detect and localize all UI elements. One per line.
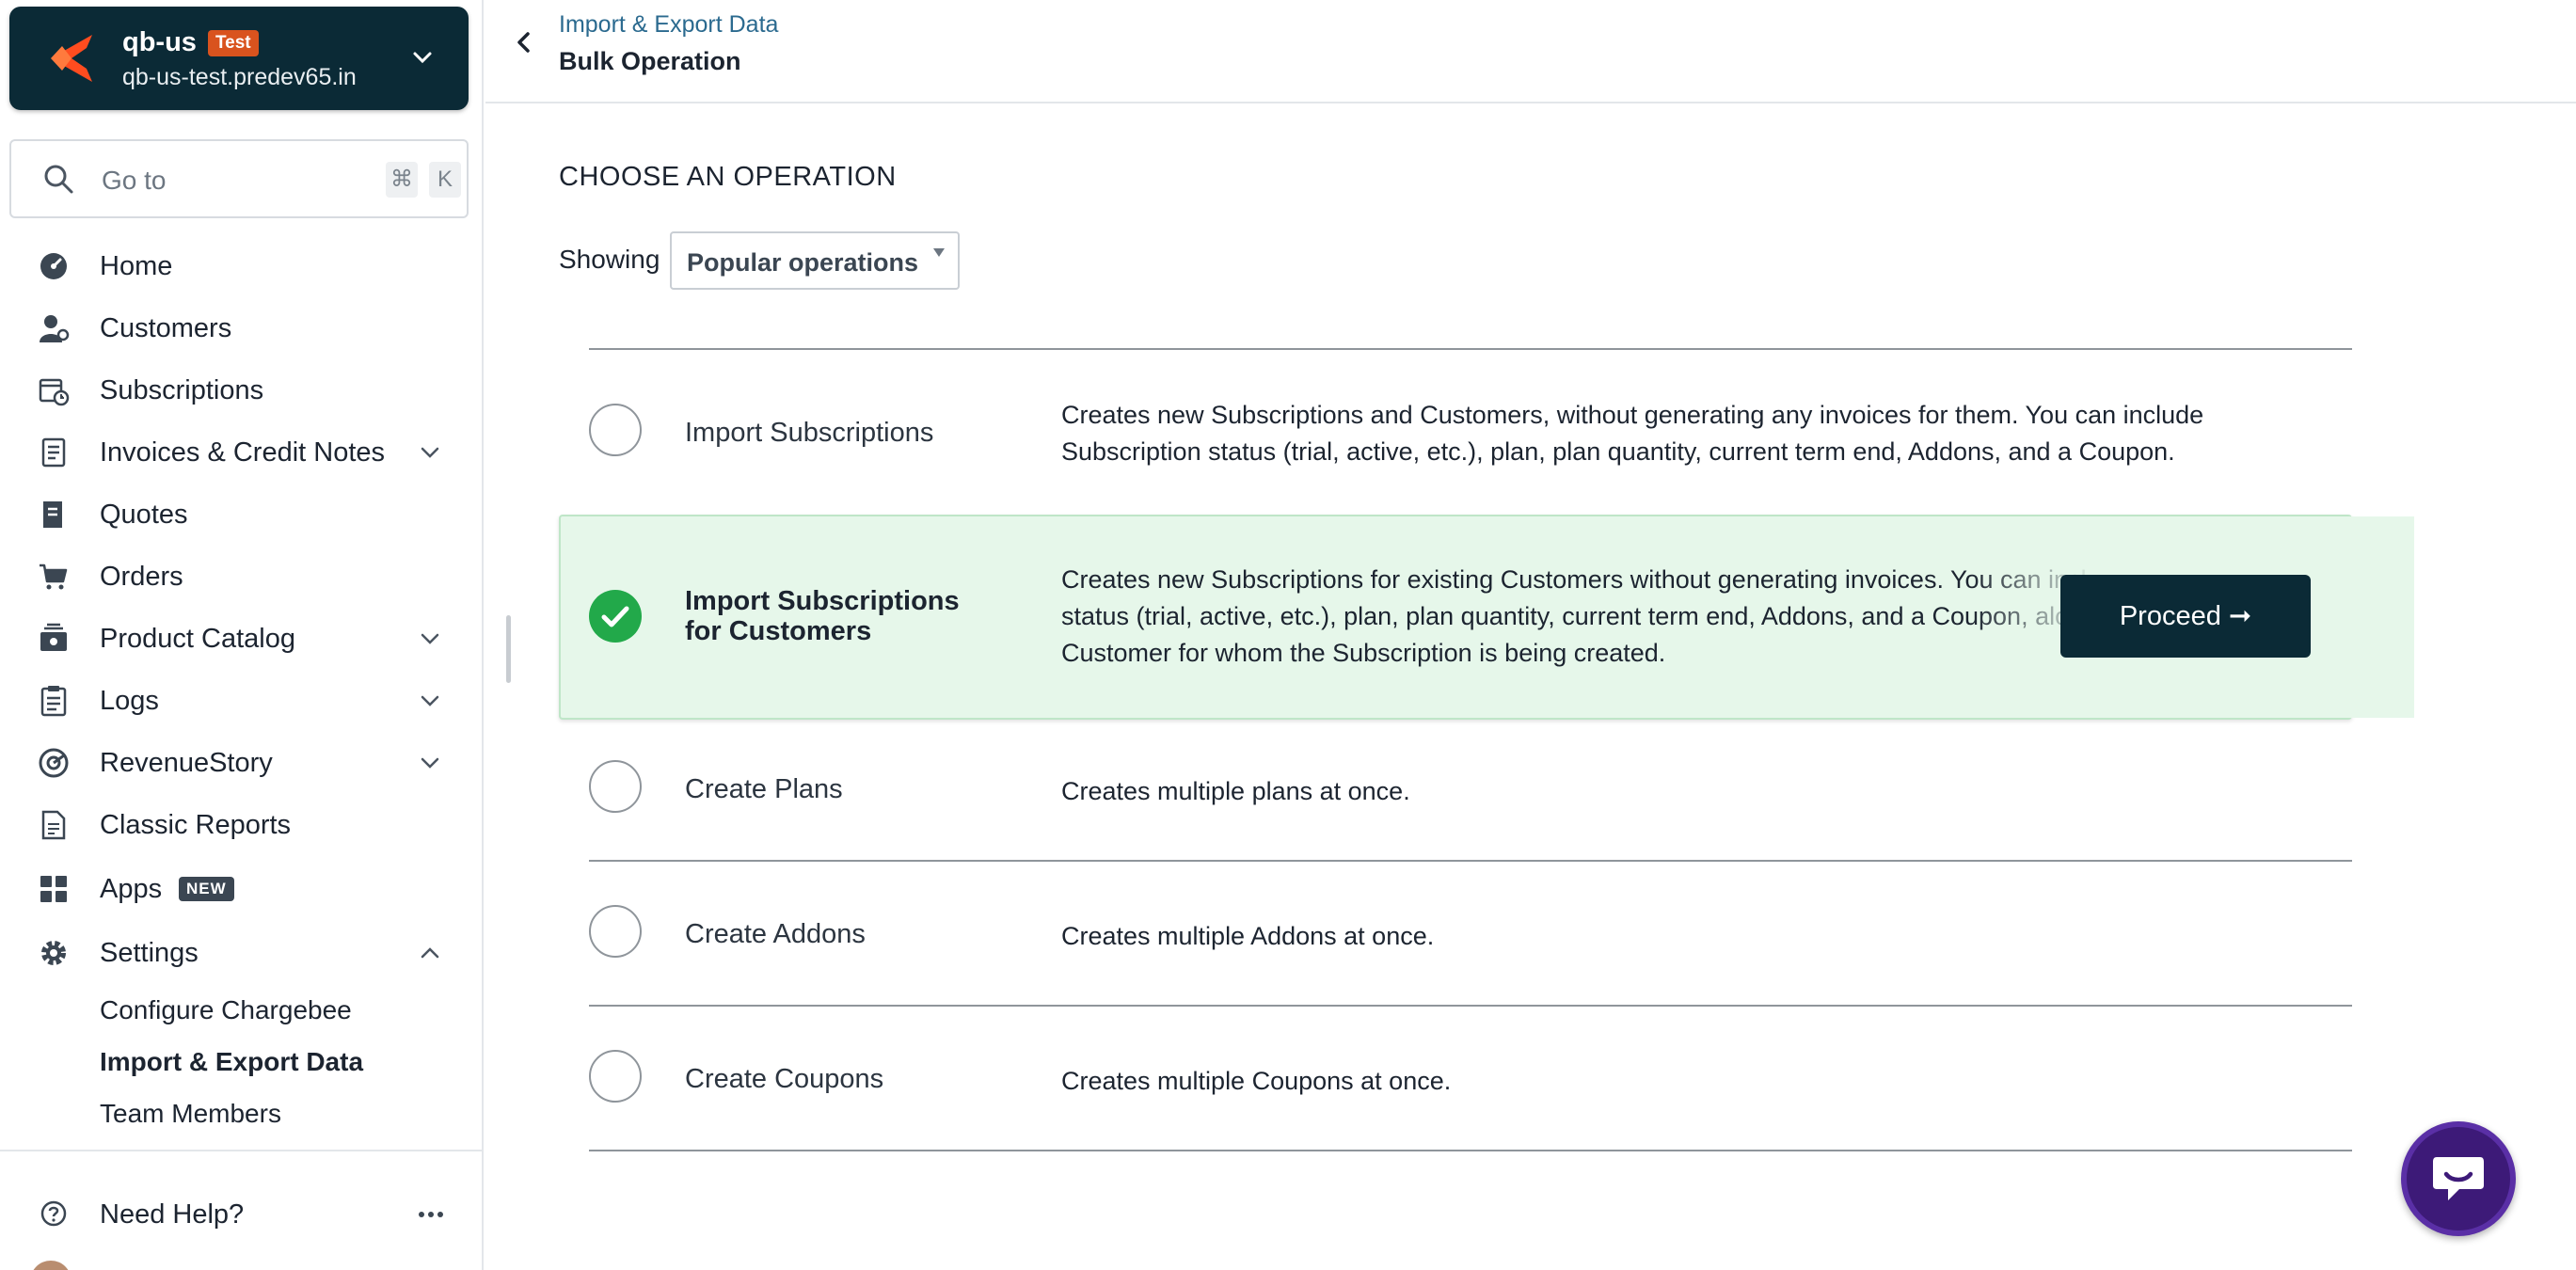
nav-item-customers[interactable]: Customers <box>0 299 484 357</box>
goto-placeholder: Go to <box>102 166 167 195</box>
section-title: CHOOSE AN OPERATION <box>559 162 897 192</box>
select-value: Popular operations <box>687 248 919 277</box>
chevron-down-icon[interactable] <box>420 694 440 707</box>
chevron-up-icon[interactable] <box>420 946 440 960</box>
site-info: qb-us Test qb-us-test.predev65.in <box>122 27 357 91</box>
chat-icon <box>2433 1157 2484 1200</box>
need-help-label: Need Help? <box>100 1199 245 1230</box>
nav-item-home[interactable]: Home <box>0 237 484 295</box>
reports-icon <box>41 810 66 840</box>
chevron-down-icon[interactable] <box>420 756 440 770</box>
nav-label-settings: Settings <box>100 937 199 968</box>
shortcut-cmd-key: ⌘ <box>386 162 418 198</box>
nav-item-revenuestory[interactable]: RevenueStory <box>0 734 484 792</box>
shortcut-k-key: K <box>429 162 461 198</box>
invoice-icon <box>41 437 66 468</box>
revenuestory-icon <box>39 748 69 778</box>
check-circle-icon[interactable] <box>589 590 642 643</box>
nav-label-subscriptions: Subscriptions <box>100 374 264 405</box>
new-badge: NEW <box>179 877 234 901</box>
nav-label-classic-reports: Classic Reports <box>100 809 292 840</box>
site-domain: qb-us-test.predev65.in <box>122 64 357 90</box>
divider <box>589 1150 2352 1151</box>
home-dashboard-icon <box>40 253 67 279</box>
nav-label-apps: Apps <box>100 873 163 904</box>
nav-label-logs: Logs <box>100 685 159 716</box>
divider <box>0 1150 484 1151</box>
sidebar: qb-us Test qb-us-test.predev65.in Go to … <box>0 0 484 1270</box>
nav-label-invoices: Invoices & Credit Notes <box>100 437 386 468</box>
need-help[interactable]: Need Help? <box>0 1185 484 1244</box>
radio-button[interactable] <box>589 905 642 958</box>
sidebar-resize-handle[interactable] <box>506 615 511 683</box>
user-avatar[interactable] <box>30 1261 72 1270</box>
caret-down-icon <box>933 248 945 257</box>
radio-button[interactable] <box>589 1050 642 1103</box>
operation-row[interactable]: Import Subscriptions Creates new Subscri… <box>589 350 2352 510</box>
operation-name: Create Plans <box>685 774 843 804</box>
search-icon <box>44 165 73 194</box>
page-header: Import & Export Data Bulk Operation <box>485 0 2576 103</box>
operation-name-line: for Customers <box>685 616 872 646</box>
operation-description: Creates multiple Coupons at once. <box>1061 1067 1452 1095</box>
subnav-team-members[interactable]: Team Members <box>100 1099 281 1129</box>
operation-name: Create Addons <box>685 919 866 949</box>
proceed-button[interactable]: Proceed ➞ <box>2060 575 2311 658</box>
operation-name-line: Import Subscriptions <box>685 586 960 616</box>
showing-label: Showing <box>559 245 660 274</box>
quotes-icon <box>43 501 62 528</box>
more-options-icon[interactable] <box>418 1211 444 1218</box>
chevron-down-icon[interactable] <box>412 50 433 65</box>
radio-button[interactable] <box>589 404 642 456</box>
chevron-down-icon[interactable] <box>420 632 440 645</box>
nav-item-product-catalog[interactable]: Product Catalog <box>0 610 484 668</box>
catalog-icon <box>40 623 67 651</box>
nav-label-product-catalog: Product Catalog <box>100 623 295 654</box>
nav-item-logs[interactable]: Logs <box>0 672 484 730</box>
page-title: Bulk Operation <box>559 47 741 75</box>
nav-label-quotes: Quotes <box>100 499 188 530</box>
cart-icon <box>40 564 68 590</box>
chargebee-logo-icon <box>51 35 92 82</box>
chevron-down-icon[interactable] <box>420 446 440 459</box>
operation-description: Creates multiple Addons at once. <box>1061 922 1435 950</box>
nav-label-home: Home <box>100 250 173 281</box>
nav-item-invoices[interactable]: Invoices & Credit Notes <box>0 423 484 482</box>
goto-search[interactable]: Go to ⌘ K <box>9 139 469 218</box>
operation-row-selected[interactable]: Import Subscriptions for Customers Creat… <box>559 515 2414 720</box>
nav-label-customers: Customers <box>100 312 232 343</box>
operation-name: Import Subscriptions for Customers <box>685 586 960 646</box>
operation-description: Creates new Subscriptions and Customers,… <box>1061 401 2204 466</box>
breadcrumb[interactable]: Import & Export Data <box>559 11 778 39</box>
nav-item-orders[interactable]: Orders <box>0 548 484 606</box>
chat-button[interactable] <box>2401 1121 2516 1236</box>
nav-item-settings[interactable]: Settings <box>0 924 484 982</box>
site-switcher[interactable]: qb-us Test qb-us-test.predev65.in <box>9 7 469 110</box>
apps-grid-icon <box>40 876 67 902</box>
operation-row[interactable]: Create Addons Creates multiple Addons at… <box>589 862 2352 1005</box>
operation-row[interactable]: Create Coupons Creates multiple Coupons … <box>589 1007 2352 1150</box>
subnav-import-export-data[interactable]: Import & Export Data <box>100 1047 363 1077</box>
operation-name: Import Subscriptions <box>685 418 934 448</box>
operation-description: Creates multiple plans at once. <box>1061 777 1410 805</box>
site-name: qb-us <box>122 27 197 57</box>
subscriptions-icon <box>39 378 70 406</box>
test-mode-badge: Test <box>207 29 259 56</box>
nav-item-classic-reports[interactable]: Classic Reports <box>0 796 484 854</box>
operation-filter-select[interactable]: Popular operations <box>670 231 960 290</box>
logs-icon <box>40 686 67 717</box>
operation-name: Create Coupons <box>685 1064 884 1094</box>
customers-icon <box>40 315 70 342</box>
nav-label-revenuestory: RevenueStory <box>100 747 273 778</box>
radio-button[interactable] <box>589 760 642 813</box>
nav-item-quotes[interactable]: Quotes <box>0 485 484 544</box>
nav-item-subscriptions[interactable]: Subscriptions <box>0 361 484 420</box>
help-icon <box>40 1200 67 1227</box>
gear-icon <box>41 941 66 965</box>
subnav-configure-chargebee[interactable]: Configure Chargebee <box>100 995 352 1025</box>
nav-label-orders: Orders <box>100 561 183 592</box>
back-arrow-icon[interactable] <box>510 28 538 56</box>
operation-row[interactable]: Create Plans Creates multiple plans at o… <box>589 721 2352 860</box>
nav-item-apps[interactable]: Apps NEW <box>0 860 484 918</box>
